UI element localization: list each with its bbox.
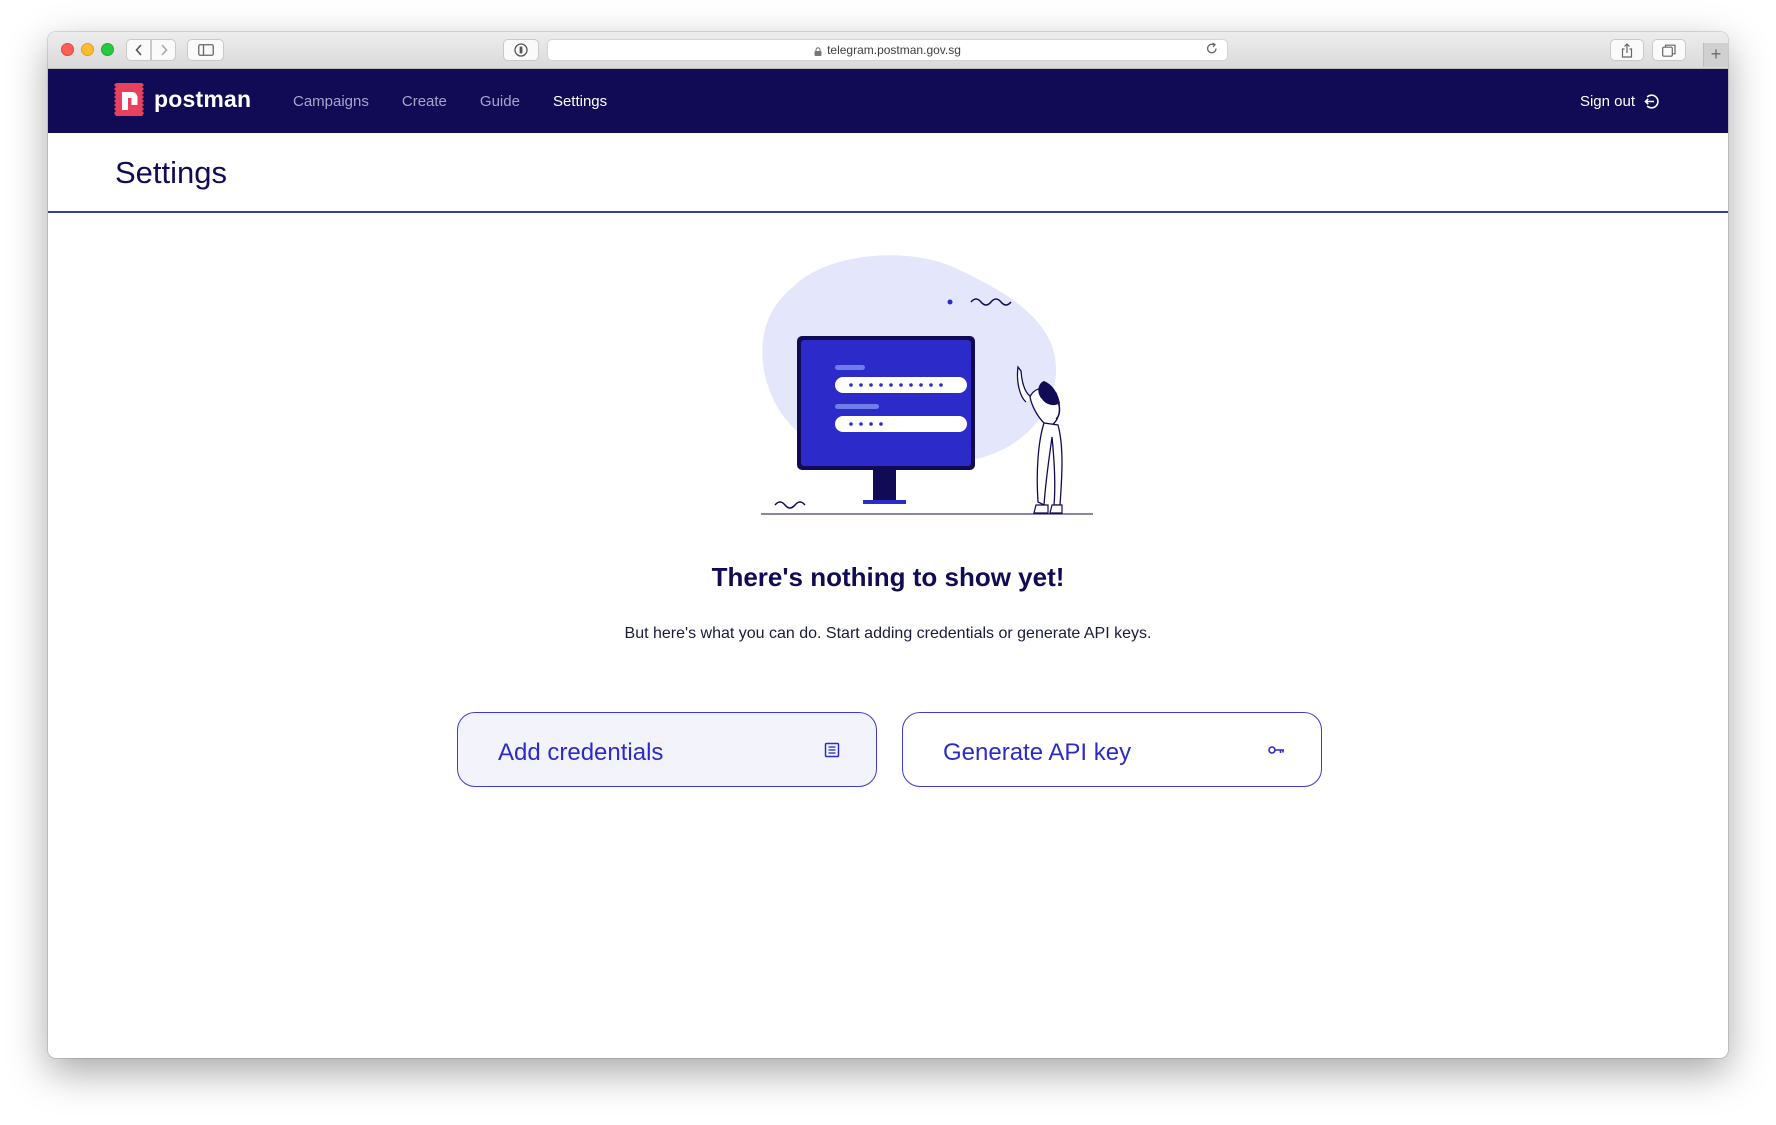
privacy-shield-icon [514,43,528,57]
add-credentials-button[interactable]: Add credentials [457,712,877,787]
empty-state-title: There's nothing to show yet! [711,562,1065,592]
brand-name: postman [154,86,252,112]
lock-icon [814,46,822,56]
generate-api-key-label: Generate API key [943,738,1132,766]
share-button[interactable] [1610,39,1644,61]
browser-window: telegram.postman.gov.sg + postman Campai… [48,32,1728,1058]
chevron-right-icon [160,44,168,56]
empty-state-subtitle: But here's what you can do. Start adding… [624,625,1152,642]
sign-out-icon [1644,93,1659,109]
tabs-icon [1662,44,1676,57]
nav-link-guide[interactable]: Guide [480,93,520,110]
privacy-report-button[interactable] [503,39,539,61]
share-icon [1621,42,1633,58]
sidebar-icon [197,44,214,56]
address-bar[interactable]: telegram.postman.gov.sg [547,39,1228,61]
sign-out-button[interactable]: Sign out [1580,69,1660,133]
close-window-button[interactable] [61,43,74,56]
main-nav: Campaigns Create Guide Settings [293,69,640,133]
reload-icon[interactable] [1206,42,1218,58]
back-button[interactable] [126,39,151,61]
page-header: Settings [48,133,1728,213]
postman-logo[interactable]: postman [114,83,251,116]
new-tab-button[interactable]: + [1703,43,1728,67]
sign-out-label: Sign out [1579,92,1635,110]
list-document-icon [824,742,840,757]
postman-stamp-icon [114,83,144,116]
minimize-window-button[interactable] [81,43,94,56]
zoom-window-button[interactable] [101,43,114,56]
add-credentials-label: Add credentials [498,738,664,766]
empty-state-illustration [761,255,1093,515]
key-icon [1268,745,1284,754]
chevron-left-icon [134,44,142,56]
app-navbar: postman Campaigns Create Guide Settings … [48,69,1728,133]
page-title: Settings [115,155,228,190]
browser-toolbar: telegram.postman.gov.sg + [48,32,1728,69]
tab-overview-button[interactable] [1652,39,1686,61]
generate-api-key-button[interactable]: Generate API key [902,712,1322,787]
nav-link-campaigns[interactable]: Campaigns [293,93,369,110]
sidebar-toggle-button[interactable] [187,39,224,61]
forward-button[interactable] [151,39,176,61]
nav-link-create[interactable]: Create [402,93,447,110]
nav-link-settings[interactable]: Settings [553,93,607,110]
url-text: telegram.postman.gov.sg [827,43,961,57]
